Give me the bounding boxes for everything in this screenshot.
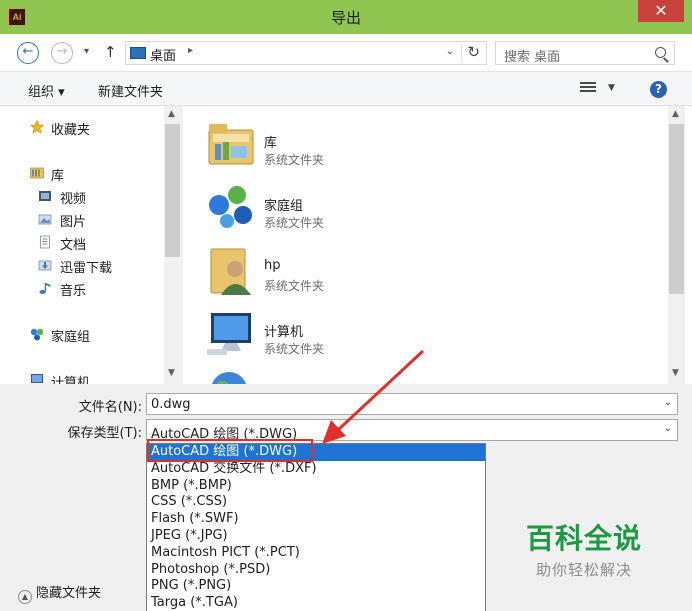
music-icon: [39, 283, 51, 294]
file-type: 系统文件夹: [264, 342, 325, 356]
filetype-option[interactable]: CSS (*.CSS): [147, 494, 485, 511]
title-bar: Ai 导出 ✕: [0, 0, 692, 34]
watermark: 百科全说 助你轻松解决: [514, 517, 654, 580]
nav-item-documents[interactable]: 文档: [60, 234, 86, 253]
filename-label: 文件名(N):: [78, 400, 142, 415]
user-folder-icon: [210, 248, 251, 295]
filetype-label: 保存类型(T):: [67, 426, 142, 441]
documents-icon: [40, 235, 50, 249]
view-dropdown-icon[interactable]: ▼: [608, 83, 615, 93]
filetype-option[interactable]: Macintosh PICT (*.PCT): [147, 545, 485, 562]
nav-item-homegroup[interactable]: 家庭组: [51, 326, 90, 345]
nav-scrollbar[interactable]: ▲ ▼: [164, 106, 181, 384]
filetype-option[interactable]: AutoCAD 交换文件 (*.DXF): [147, 461, 485, 478]
filename-input[interactable]: 0.dwg ⌄: [146, 393, 678, 415]
nav-item-music[interactable]: 音乐: [60, 280, 86, 299]
nav-item-pictures[interactable]: 图片: [60, 211, 86, 230]
filetype-option[interactable]: Photoshop (*.PSD): [147, 562, 485, 579]
breadcrumb-chevron-icon[interactable]: ▸: [188, 45, 193, 56]
network-globe-icon: [212, 372, 246, 384]
watermark-title: 百科全说: [525, 522, 642, 555]
nav-item-library[interactable]: 库: [51, 165, 64, 184]
scroll-down-icon[interactable]: ▼: [672, 368, 679, 378]
file-list-scrollbar[interactable]: ▲ ▼: [668, 106, 685, 384]
address-dropdown-icon[interactable]: ⌄: [446, 46, 454, 57]
list-item[interactable]: 库 系统文件夹: [183, 112, 663, 174]
filetype-dropdown-list[interactable]: AutoCAD 绘图 (*.DWG) AutoCAD 交换文件 (*.DXF) …: [146, 443, 486, 611]
filetype-option[interactable]: JPEG (*.JPG): [147, 528, 485, 545]
search-box[interactable]: 搜索 桌面: [495, 41, 675, 65]
video-icon: [39, 191, 51, 201]
library-folder-icon: [208, 124, 254, 165]
navigation-pane: 收藏夹 库 视频 图片 文档 迅雷下载 音乐 家庭组 计算机 ▲ ▼: [0, 106, 181, 384]
search-placeholder: 搜索 桌面: [504, 50, 561, 65]
toolbar: 组织 ▾ 新建文件夹 ▼ ?: [0, 72, 692, 106]
refresh-icon[interactable]: ↻: [467, 43, 480, 61]
list-item[interactable]: 网络: [183, 364, 663, 384]
close-button[interactable]: ✕: [638, 0, 684, 22]
homegroup-icon: [30, 328, 44, 341]
filetype-option[interactable]: Flash (*.SWF): [147, 511, 485, 528]
library-icon: [30, 167, 44, 179]
nav-item-videos[interactable]: 视频: [60, 188, 86, 207]
window-title: 导出: [330, 9, 361, 27]
filetype-option[interactable]: PNG (*.PNG): [147, 578, 485, 595]
computer-icon: [207, 313, 251, 355]
filetype-option[interactable]: Targa (*.TGA): [147, 595, 485, 611]
filetype-dropdown-icon[interactable]: ⌄: [664, 423, 672, 434]
back-button[interactable]: ←: [17, 42, 39, 64]
file-name: 家庭组: [264, 199, 304, 214]
highlight-box: [147, 439, 313, 462]
list-item[interactable]: hp 系统文件夹: [183, 238, 663, 300]
computer-icon: [31, 374, 43, 383]
recent-locations-chevron-icon[interactable]: ▾: [84, 46, 89, 57]
filename-dropdown-icon[interactable]: ⌄: [664, 397, 672, 408]
search-icon[interactable]: [655, 47, 666, 58]
nav-scroll-thumb[interactable]: [165, 124, 180, 257]
address-bar[interactable]: 桌面 ▸ ⌄ ↻: [125, 41, 487, 65]
address-location[interactable]: 桌面: [150, 45, 176, 64]
pictures-icon: [38, 214, 52, 225]
scroll-up-icon[interactable]: ▲: [168, 109, 175, 119]
address-divider: [461, 44, 462, 62]
nav-item-computer[interactable]: 计算机: [51, 372, 90, 384]
up-arrow-icon[interactable]: ↑: [104, 43, 117, 61]
file-type: 系统文件夹: [264, 216, 325, 230]
navigation-bar: ← → ▾ ↑ 桌面 ▸ ⌄ ↻ 搜索 桌面: [0, 34, 692, 72]
help-icon[interactable]: ?: [650, 81, 667, 98]
hide-folders-toggle[interactable]: ▲ 隐藏文件夹: [18, 582, 101, 604]
new-folder-button[interactable]: 新建文件夹: [98, 81, 163, 100]
download-folder-icon: [38, 260, 52, 271]
desktop-icon: [130, 47, 146, 59]
file-list: 库 系统文件夹 家庭组 系统文件夹 hp 系统文件夹 计算机 系统文件夹 网络 …: [183, 106, 692, 384]
forward-button[interactable]: →: [51, 42, 73, 64]
list-item[interactable]: 计算机 系统文件夹: [183, 301, 663, 363]
view-options-icon[interactable]: [580, 82, 596, 96]
homegroup-icon: [209, 186, 252, 228]
file-type: 系统文件夹: [264, 279, 325, 293]
list-item[interactable]: 家庭组 系统文件夹: [183, 175, 663, 237]
file-name: 计算机: [264, 325, 304, 340]
nav-item-thunder-downloads[interactable]: 迅雷下载: [60, 257, 112, 276]
file-type: 系统文件夹: [264, 153, 325, 167]
filetype-option[interactable]: BMP (*.BMP): [147, 478, 485, 495]
filetype-select[interactable]: AutoCAD 绘图 (*.DWG) ⌄: [146, 419, 678, 442]
hide-folders-label: 隐藏文件夹: [36, 586, 102, 601]
file-name: hp: [264, 258, 281, 273]
scroll-down-icon[interactable]: ▼: [168, 368, 175, 378]
nav-item-favorites[interactable]: 收藏夹: [51, 119, 90, 138]
scroll-up-icon[interactable]: ▲: [672, 109, 679, 119]
file-name: 库: [264, 136, 278, 151]
chevron-up-icon: ▲: [18, 590, 32, 604]
star-icon: [30, 120, 44, 134]
filename-value[interactable]: 0.dwg: [151, 397, 191, 412]
organize-button[interactable]: 组织 ▾: [28, 81, 65, 100]
watermark-subtitle: 助你轻松解决: [535, 561, 632, 579]
file-list-scroll-thumb[interactable]: [669, 124, 684, 294]
